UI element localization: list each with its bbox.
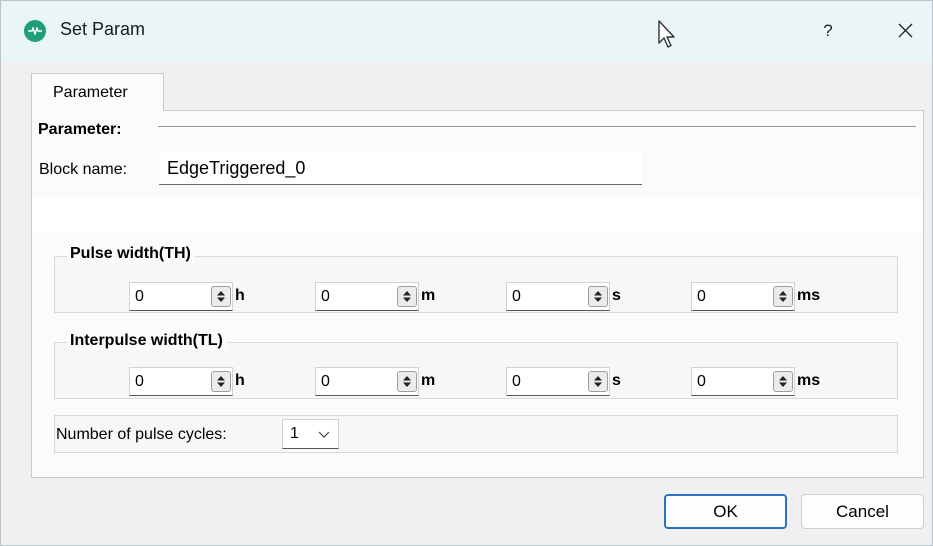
- interpulse-width-title: Interpulse width(TL): [67, 332, 227, 350]
- unit-label: s: [612, 287, 621, 304]
- pulse-seconds-spinbox[interactable]: 0: [506, 282, 610, 311]
- pulse-minutes-spinbox[interactable]: 0: [315, 282, 419, 311]
- spin-value: 0: [321, 373, 330, 390]
- block-name-input[interactable]: EdgeTriggered_0: [159, 152, 642, 185]
- unit-label: h: [235, 287, 245, 304]
- spin-arrows-icon[interactable]: [211, 371, 231, 392]
- spin-value: 0: [697, 288, 706, 305]
- tab-parameter[interactable]: Parameter: [31, 73, 164, 111]
- spin-arrows-icon[interactable]: [773, 286, 793, 307]
- pulse-cycles-label: Number of pulse cycles:: [56, 426, 227, 443]
- unit-label: ms: [797, 372, 821, 389]
- ok-button[interactable]: OK: [664, 494, 787, 529]
- block-name-label: Block name:: [39, 161, 128, 178]
- set-param-dialog: Set Param ? Parameter Parameter: Block n…: [0, 0, 933, 546]
- pulse-cycles-select[interactable]: 1: [282, 419, 339, 449]
- pulse-milliseconds-spinbox[interactable]: 0: [691, 282, 795, 311]
- window-title: Set Param: [60, 19, 146, 39]
- spin-value: 0: [321, 288, 330, 305]
- block-name-value: EdgeTriggered_0: [167, 158, 306, 178]
- app-icon: [24, 20, 46, 42]
- unit-label: ms: [797, 287, 821, 304]
- spin-arrows-icon[interactable]: [397, 286, 417, 307]
- interpulse-minutes-spinbox[interactable]: 0: [315, 367, 419, 396]
- spin-value: 0: [512, 373, 521, 390]
- close-button[interactable]: [882, 11, 928, 51]
- close-icon: [898, 23, 913, 38]
- unit-label: s: [612, 372, 621, 389]
- spin-arrows-icon[interactable]: [588, 286, 608, 307]
- spin-arrows-icon[interactable]: [397, 371, 417, 392]
- interpulse-hours-spinbox[interactable]: 0: [129, 367, 233, 396]
- interpulse-milliseconds-spinbox[interactable]: 0: [691, 367, 795, 396]
- section-divider: [158, 126, 916, 127]
- unit-label: m: [421, 372, 436, 389]
- spacer-band: [32, 198, 923, 232]
- cancel-button[interactable]: Cancel: [801, 494, 924, 529]
- pulse-width-title: Pulse width(TH): [67, 245, 195, 263]
- spin-arrows-icon[interactable]: [773, 371, 793, 392]
- title-bar[interactable]: Set Param ?: [1, 1, 932, 61]
- spin-arrows-icon[interactable]: [588, 371, 608, 392]
- unit-label: m: [421, 287, 436, 304]
- chevron-down-icon: [318, 431, 330, 438]
- spin-value: 0: [512, 288, 521, 305]
- spin-value: 0: [135, 288, 144, 305]
- interpulse-seconds-spinbox[interactable]: 0: [506, 367, 610, 396]
- spin-value: 0: [135, 373, 144, 390]
- help-button[interactable]: ?: [805, 11, 851, 51]
- spin-value: 0: [697, 373, 706, 390]
- section-title: Parameter:: [38, 121, 122, 138]
- pulse-hours-spinbox[interactable]: 0: [129, 282, 233, 311]
- unit-label: h: [235, 372, 245, 389]
- tab-label: Parameter: [53, 84, 128, 101]
- spin-arrows-icon[interactable]: [211, 286, 231, 307]
- pulse-cycles-value: 1: [290, 425, 299, 442]
- mouse-cursor-icon: [657, 19, 679, 54]
